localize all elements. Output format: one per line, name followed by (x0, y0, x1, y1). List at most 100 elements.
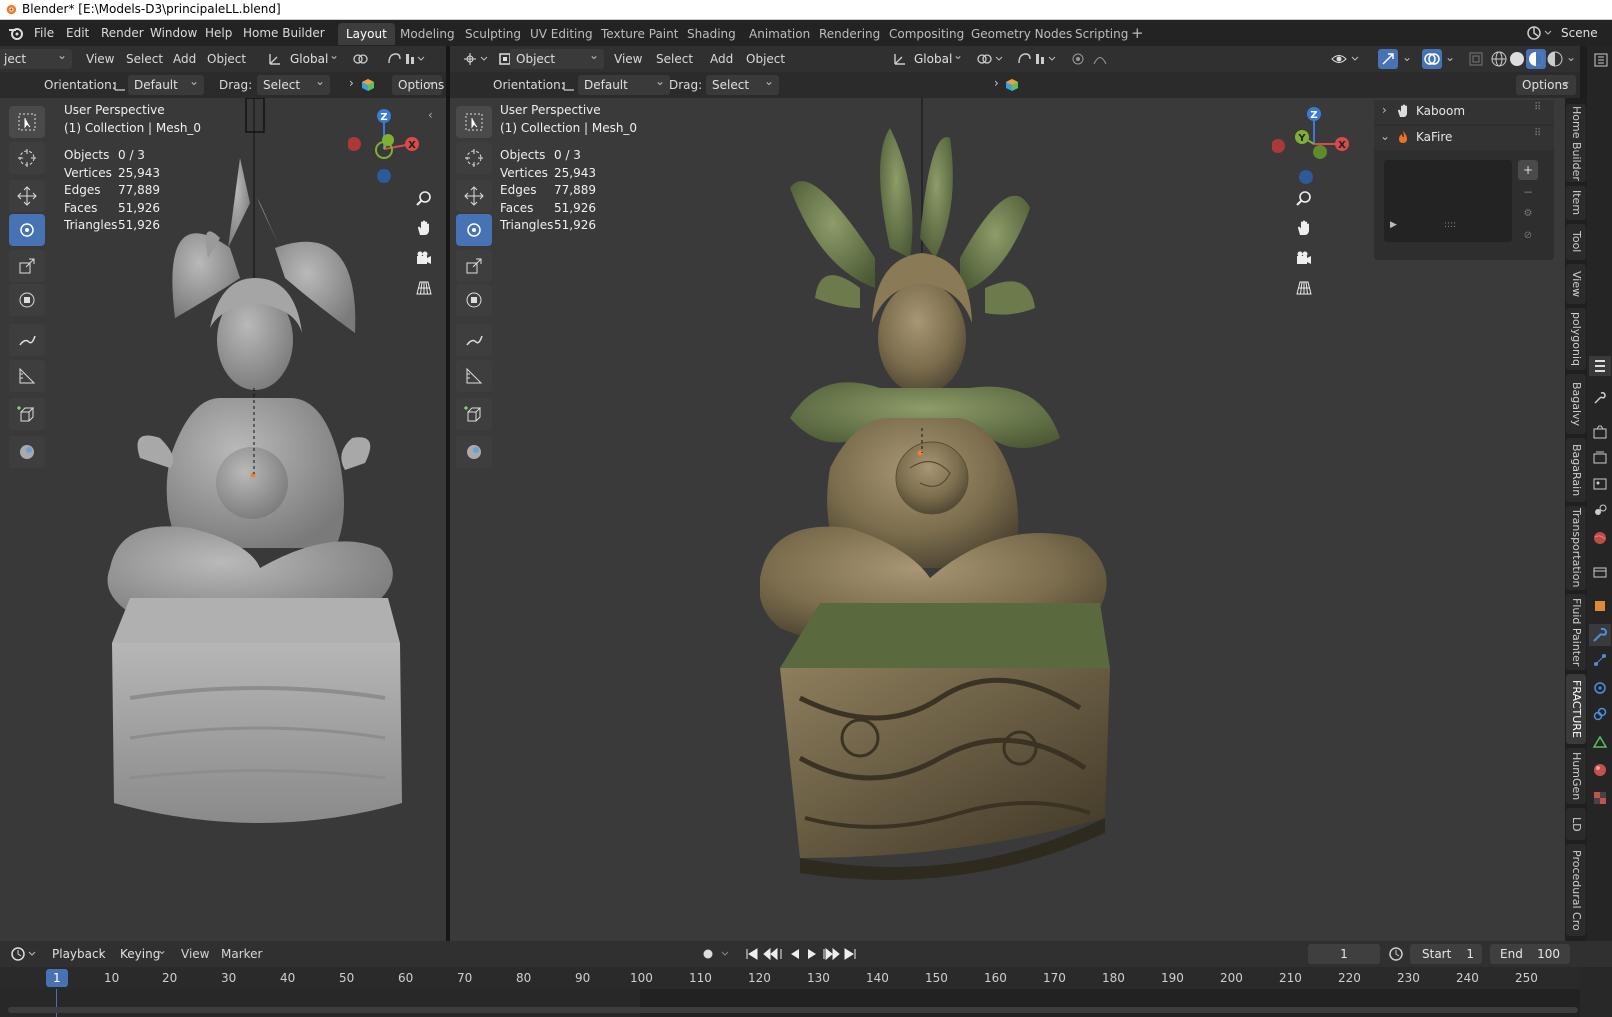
tab-home-builder[interactable]: Home Builder (1566, 104, 1586, 182)
gizmo-toggle-icon[interactable] (1378, 49, 1398, 69)
left-expand-chevron-icon[interactable]: › (349, 76, 354, 90)
right-transform-tool-icon[interactable] (456, 284, 492, 316)
measure-tool-icon[interactable] (9, 360, 45, 392)
tab-compositing[interactable]: Compositing (881, 23, 972, 45)
menu-render[interactable]: Render (95, 24, 150, 42)
tab-geometry-nodes[interactable]: Geometry Nodes (963, 23, 1080, 45)
add-cube-tool-icon[interactable] (9, 398, 45, 430)
editor-type-icon[interactable] (462, 51, 490, 67)
timeline-marker-menu[interactable]: Marker (221, 945, 262, 963)
overlays-toggle-icon[interactable] (1422, 49, 1442, 69)
scale-tool-icon[interactable] (9, 250, 45, 282)
tab-animation[interactable]: Animation (741, 23, 818, 45)
object-props-icon[interactable] (1592, 598, 1608, 614)
tab-fluid-painter[interactable]: Fluid Painter (1566, 594, 1586, 670)
timeline-view-menu[interactable]: View (181, 945, 209, 963)
menu-window[interactable]: Window (144, 24, 203, 42)
tab-uv-editing[interactable]: UV Editing (522, 23, 601, 45)
timeline-scrollbar[interactable] (8, 1007, 1578, 1013)
panel-kafire[interactable]: ⌄ KaFire ⠿ (1374, 126, 1554, 150)
right-rotate-tool-icon[interactable] (456, 214, 492, 246)
properties-editor-icon[interactable] (1593, 52, 1609, 68)
menu-edit[interactable]: Edit (60, 24, 95, 42)
tab-bagalvy[interactable]: Bagalvy (1566, 374, 1586, 434)
move-tool-icon[interactable] (9, 180, 45, 212)
tab-humgen[interactable]: HumGen (1566, 748, 1586, 804)
collection-props-icon[interactable] (1592, 564, 1608, 580)
tab-scripting[interactable]: Scripting (1067, 23, 1136, 45)
tool-props-icon[interactable] (1589, 356, 1611, 376)
right-menu-view[interactable]: View (614, 50, 642, 68)
transform-tool-icon[interactable] (9, 284, 45, 316)
rendered-shading-icon[interactable] (1546, 50, 1564, 68)
right-menu-select[interactable]: Select (656, 50, 693, 68)
tab-modeling[interactable]: Modeling (392, 23, 463, 45)
render-props-icon[interactable] (1592, 424, 1608, 440)
right-options-button[interactable]: Options (1516, 71, 1576, 95)
right-pivot-icon[interactable] (976, 52, 1006, 66)
scene-name[interactable]: Scene (1561, 24, 1598, 42)
right-snap-icon[interactable] (1016, 51, 1058, 67)
material-props-icon[interactable] (1592, 762, 1608, 778)
overlays-dropdown-icon[interactable]: ⌄ (1445, 50, 1455, 64)
start-frame-field[interactable]: Start 1 (1410, 944, 1482, 964)
list-settings-icon[interactable]: ⚙ (1518, 204, 1538, 224)
tab-rendering[interactable]: Rendering (811, 23, 888, 45)
left-menu-add[interactable]: Add (173, 50, 196, 68)
list-resize-grip-icon[interactable]: :::: (1444, 220, 1456, 230)
annotate-tool-icon[interactable] (9, 324, 45, 356)
gizmo-dropdown-icon[interactable]: ⌄ (1402, 50, 1412, 64)
particles-props-icon[interactable] (1592, 652, 1608, 668)
world-props-icon[interactable] (1592, 530, 1608, 546)
pivot-point-icon[interactable] (352, 52, 372, 66)
tab-texture-paint[interactable]: Texture Paint (593, 23, 686, 45)
list-add-icon[interactable]: + (1518, 160, 1538, 180)
tab-tool[interactable]: Tool (1566, 224, 1586, 260)
shading-tool-icon[interactable] (9, 436, 45, 468)
visibility-eye-icon[interactable] (1330, 51, 1366, 67)
timeline-editor-type-icon[interactable] (10, 946, 38, 962)
wireframe-shading-icon[interactable] (1490, 50, 1508, 68)
playback-menu[interactable]: Playback (46, 940, 112, 964)
texture-props-icon[interactable] (1592, 790, 1608, 806)
right-orientation-dropdown[interactable]: Default (578, 71, 670, 95)
perspective-grid-icon[interactable] (412, 276, 436, 300)
tab-transportation[interactable]: Transportation (1566, 506, 1586, 590)
right-move-tool-icon[interactable] (456, 180, 492, 212)
right-mode-dropdown[interactable]: Object Mode (510, 45, 604, 86)
right-select-box-tool-icon[interactable] (456, 106, 492, 138)
list-remove-icon[interactable]: − (1518, 182, 1538, 202)
zoom-icon[interactable] (412, 186, 436, 210)
end-frame-field[interactable]: End 100 (1490, 944, 1570, 964)
menu-home-builder[interactable]: Home Builder (237, 24, 331, 42)
tab-view[interactable]: View (1566, 264, 1586, 304)
tab-procedural[interactable]: Procedural Cro (1566, 844, 1586, 936)
menu-help[interactable]: Help (199, 24, 238, 42)
left-mode-dropdown[interactable]: ject Mode (0, 45, 72, 86)
right-axis-gizmo[interactable]: Z X Y (1272, 104, 1356, 188)
right-shading-tool-icon[interactable] (456, 436, 492, 468)
cursor-tool-icon[interactable] (9, 142, 45, 174)
tool-wrench-icon[interactable] (1592, 390, 1608, 406)
left-axis-gizmo[interactable]: Z X (348, 104, 432, 188)
left-drag-dropdown[interactable]: Select Box (257, 71, 330, 112)
modifier-props-icon[interactable] (1589, 624, 1611, 646)
left-menu-object[interactable]: Object (207, 50, 246, 68)
physics-props-icon[interactable] (1592, 680, 1608, 696)
left-sidebar-toggle-icon[interactable]: ‹ (428, 108, 433, 122)
solid-shading-icon[interactable] (1508, 50, 1526, 68)
right-measure-tool-icon[interactable] (456, 360, 492, 392)
tab-item[interactable]: Item (1566, 186, 1586, 220)
rotate-tool-icon[interactable] (9, 214, 45, 246)
tab-sculpting[interactable]: Sculpting (457, 23, 529, 45)
right-drag-dropdown[interactable]: Select Box (706, 71, 779, 112)
scene-selector-icon[interactable] (1526, 25, 1556, 41)
tab-ld[interactable]: LD (1566, 808, 1586, 840)
shading-dropdown-icon[interactable]: ⌄ (1566, 50, 1576, 64)
select-box-tool-icon[interactable] (9, 106, 45, 138)
tab-bagarain[interactable]: BagaRain (1566, 438, 1586, 502)
preview-range-icon[interactable] (1388, 946, 1404, 962)
right-expand-chevron-icon[interactable]: › (994, 76, 999, 90)
tab-polygoniq[interactable]: polygoniq (1566, 308, 1586, 370)
constraints-props-icon[interactable] (1592, 706, 1608, 722)
